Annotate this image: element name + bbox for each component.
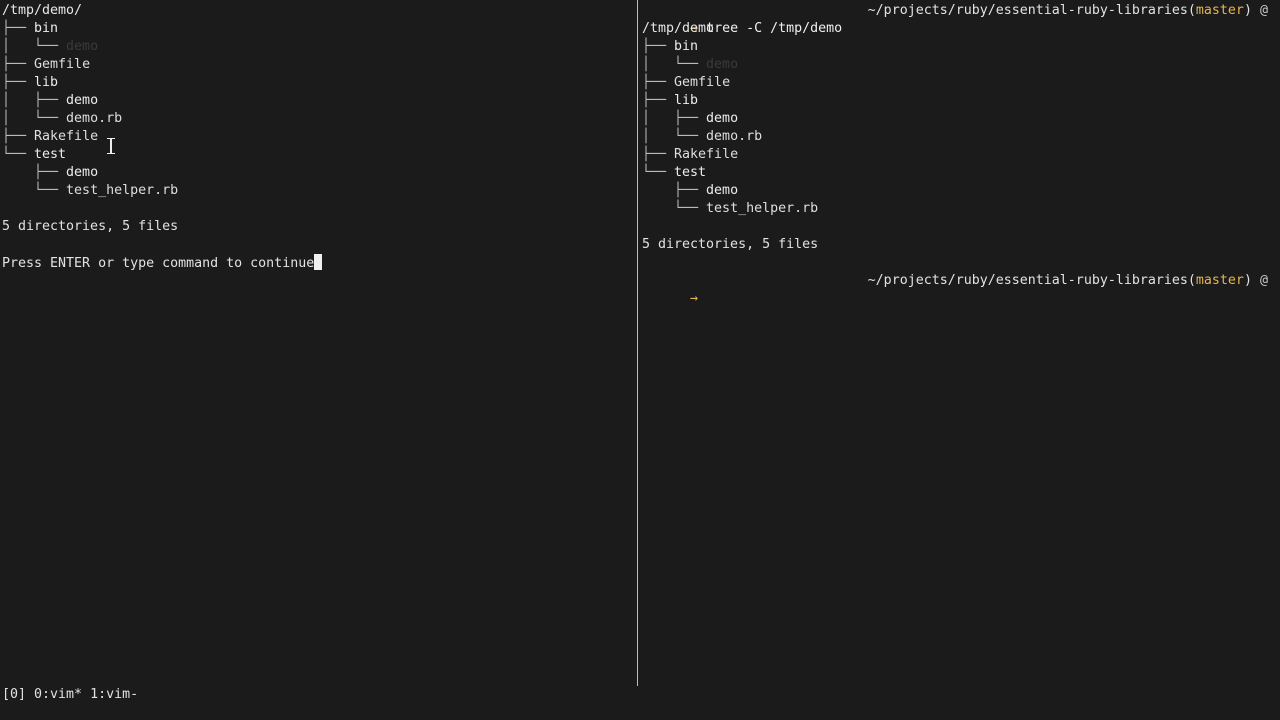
terminal-screen: /tmp/demo/ ├── bin │ └── demo ├── Gemfile ├…: [0, 0, 1280, 720]
tree-dir-name: demo: [706, 183, 739, 198]
right-tree: ├── bin │ └── demo ├── Gemfile ├── lib │ ├──…: [642, 38, 1278, 218]
tree-guide: ├──: [2, 75, 35, 90]
tree-guide: └──: [2, 183, 67, 198]
prompt-cwd: ~/projects/ruby/essential-ruby-libraries: [867, 273, 1188, 288]
left-tree: ├── bin │ └── demo ├── Gemfile ├── lib │ ├──…: [2, 20, 634, 200]
press-enter-prompt[interactable]: Press ENTER or type command to continue: [2, 254, 634, 272]
tree-entry: │ ├── demo: [2, 92, 634, 110]
tree-entry: │ └── demo.rb: [642, 128, 1278, 146]
tree-file-name: Gemfile: [674, 75, 731, 90]
tree-guide: ├──: [642, 183, 707, 198]
window-tab-1[interactable]: 1:vim-: [90, 687, 138, 702]
tree-entry: │ └── demo: [2, 38, 634, 56]
tree-entry: │ └── demo: [642, 56, 1278, 74]
tree-entry: └── test_helper.rb: [642, 200, 1278, 218]
left-pane-vim[interactable]: /tmp/demo/ ├── bin │ └── demo ├── Gemfile ├…: [2, 2, 634, 686]
tree-root: /tmp/demo: [642, 21, 715, 36]
tree-dir-name: lib: [674, 93, 699, 108]
tree-guide: │ └──: [2, 39, 67, 54]
tree-guide: ├──: [642, 147, 675, 162]
tree-entry: ├── Rakefile: [642, 146, 1278, 164]
git-branch: master: [1195, 3, 1244, 18]
press-enter-text: Press ENTER or type command to continue: [2, 256, 315, 271]
text-cursor: [314, 254, 323, 270]
tree-file-name: test_helper.rb: [706, 201, 819, 216]
tree-dir-name: test: [674, 165, 707, 180]
tree-entry: ├── lib: [2, 74, 634, 92]
tree-dir-name: test: [34, 147, 67, 162]
tree-guide: ├──: [642, 75, 675, 90]
tree-guide: ├──: [2, 57, 35, 72]
prompt-path-info: ~/projects/ruby/essential-ruby-libraries…: [867, 273, 1268, 288]
prompt-path-info: ~/projects/ruby/essential-ruby-libraries…: [867, 3, 1268, 18]
tree-guide: ├──: [642, 39, 675, 54]
tree-file-name: demo.rb: [66, 111, 123, 126]
tree-entry: ├── lib: [642, 92, 1278, 110]
tree-entry: └── test: [2, 146, 634, 164]
prompt-arrow-icon: →: [690, 291, 699, 306]
tree-dir-name: demo: [66, 165, 99, 180]
shell-prompt-line[interactable]: → ~/projects/ruby/essential-ruby-librari…: [642, 272, 1278, 306]
tree-file-name: test_helper.rb: [66, 183, 179, 198]
tree-guide: ├──: [642, 93, 675, 108]
tree-guide: └──: [2, 147, 35, 162]
tree-guide: │ ├──: [642, 111, 707, 126]
tree-guide: │ └──: [642, 57, 707, 72]
tree-root: /tmp/demo/: [2, 3, 83, 18]
tree-guide: │ └──: [2, 111, 67, 126]
tmux-status-bar: [0] 0:vim* 1:vim-: [2, 686, 146, 704]
prompt-cwd: ~/projects/ruby/essential-ruby-libraries: [867, 3, 1188, 18]
tree-guide: └──: [642, 201, 707, 216]
session-index: [0]: [2, 687, 27, 702]
at-icon: @: [1259, 3, 1268, 18]
tree-entry: ├── Gemfile: [2, 56, 634, 74]
git-branch: master: [1195, 273, 1244, 288]
tree-guide: ├──: [2, 129, 35, 144]
tree-entry: ├── Rakefile: [2, 128, 634, 146]
right-pane-shell[interactable]: → tree -C /tmp/demo ~/projects/ruby/esse…: [642, 2, 1278, 686]
tree-dir-name: demo: [706, 57, 739, 72]
tree-entry: │ ├── demo: [642, 110, 1278, 128]
tree-file-name: Rakefile: [34, 129, 99, 144]
tree-summary: 5 directories, 5 files: [642, 237, 819, 252]
tree-summary: 5 directories, 5 files: [2, 219, 179, 234]
tree-dir-name: lib: [34, 75, 59, 90]
tree-guide: ├──: [2, 165, 67, 180]
shell-prompt-line: → tree -C /tmp/demo ~/projects/ruby/esse…: [642, 2, 1278, 36]
tree-file-name: demo.rb: [706, 129, 763, 144]
tree-guide: └──: [642, 165, 675, 180]
pane-divider[interactable]: [637, 0, 638, 686]
tree-entry: └── test: [642, 164, 1278, 182]
tree-dir-name: demo: [66, 93, 99, 108]
tree-dir-name: demo: [706, 111, 739, 126]
tree-guide: │ └──: [642, 129, 707, 144]
tree-entry: └── test_helper.rb: [2, 182, 634, 200]
tree-file-name: Gemfile: [34, 57, 91, 72]
mouse-ibeam-cursor-icon: [107, 138, 115, 154]
tree-guide: ├──: [2, 21, 35, 36]
tree-entry: ├── demo: [642, 182, 1278, 200]
tree-entry: ├── Gemfile: [642, 74, 1278, 92]
at-icon: @: [1259, 273, 1268, 288]
tree-entry: │ └── demo.rb: [2, 110, 634, 128]
tree-dir-name: bin: [34, 21, 59, 36]
window-tab-0[interactable]: 0:vim*: [34, 687, 82, 702]
tree-entry: ├── bin: [2, 20, 634, 38]
tree-dir-name: bin: [674, 39, 699, 54]
tree-file-name: Rakefile: [674, 147, 739, 162]
tree-entry: ├── demo: [2, 164, 634, 182]
tree-guide: │ ├──: [2, 93, 67, 108]
tree-dir-name: demo: [66, 39, 99, 54]
tree-entry: ├── bin: [642, 38, 1278, 56]
